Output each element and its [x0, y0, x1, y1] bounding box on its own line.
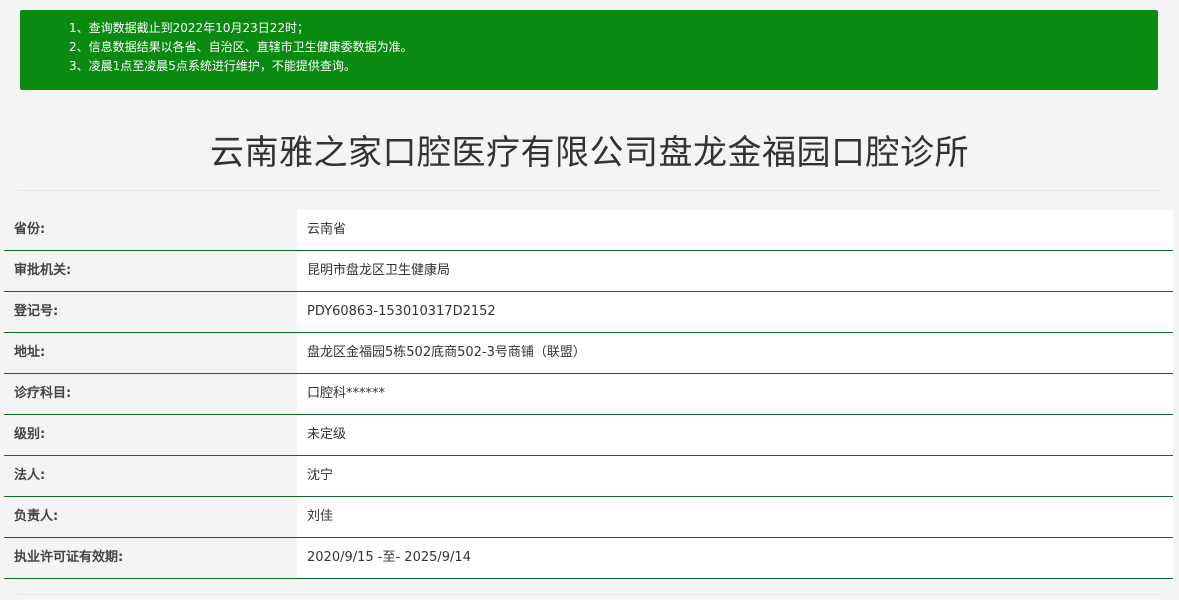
row-value: 盘龙区金福园5栋502底商502-3号商铺（联盟） [297, 333, 1173, 373]
row-value: PDY60863-153010317D2152 [297, 292, 1173, 332]
bottom-divider [18, 594, 1160, 595]
row-value: 沈宁 [297, 456, 1173, 496]
notice-line-3: 3、凌晨1点至凌晨5点系统进行维护，不能提供查询。 [69, 59, 356, 73]
table-row-person-in-charge: 负责人: 刘佳 [4, 497, 1173, 538]
table-row-address: 地址: 盘龙区金福园5栋502底商502-3号商铺（联盟） [4, 333, 1173, 374]
row-label: 登记号: [4, 292, 297, 332]
row-value: 2020/9/15 -至- 2025/9/14 [297, 538, 1173, 578]
table-row-province: 省份: 云南省 [4, 210, 1173, 251]
page-title: 云南雅之家口腔医疗有限公司盘龙金福园口腔诊所 [210, 133, 969, 173]
clinic-info-table: 省份: 云南省 审批机关: 昆明市盘龙区卫生健康局 登记号: PDY60863-… [4, 210, 1173, 579]
row-value: 未定级 [297, 415, 1173, 455]
row-label: 负责人: [4, 497, 297, 537]
table-row-registration-number: 登记号: PDY60863-153010317D2152 [4, 292, 1173, 333]
row-value: 刘佳 [297, 497, 1173, 537]
row-label: 地址: [4, 333, 297, 373]
table-row-level: 级别: 未定级 [4, 415, 1173, 456]
row-value: 昆明市盘龙区卫生健康局 [297, 251, 1173, 291]
row-label: 审批机关: [4, 251, 297, 291]
notice-line-1: 1、查询数据截止到2022年10月23日22时； [69, 21, 309, 35]
table-row-license-validity: 执业许可证有效期: 2020/9/15 -至- 2025/9/14 [4, 538, 1173, 579]
row-value: 云南省 [297, 210, 1173, 250]
row-value: 口腔科****** [297, 374, 1173, 414]
table-row-legal-person: 法人: 沈宁 [4, 456, 1173, 497]
notice-banner: 1、查询数据截止到2022年10月23日22时； 2、信息数据结果以各省、自治区… [20, 10, 1158, 90]
table-row-approval-authority: 审批机关: 昆明市盘龙区卫生健康局 [4, 251, 1173, 292]
row-label: 法人: [4, 456, 297, 496]
row-label: 执业许可证有效期: [4, 538, 297, 578]
row-label: 省份: [4, 210, 297, 250]
notice-line-2: 2、信息数据结果以各省、自治区、直辖市卫生健康委数据为准。 [69, 40, 413, 54]
row-label: 级别: [4, 415, 297, 455]
table-row-treatment-subjects: 诊疗科目: 口腔科****** [4, 374, 1173, 415]
row-label: 诊疗科目: [4, 374, 297, 414]
title-divider [18, 190, 1160, 191]
